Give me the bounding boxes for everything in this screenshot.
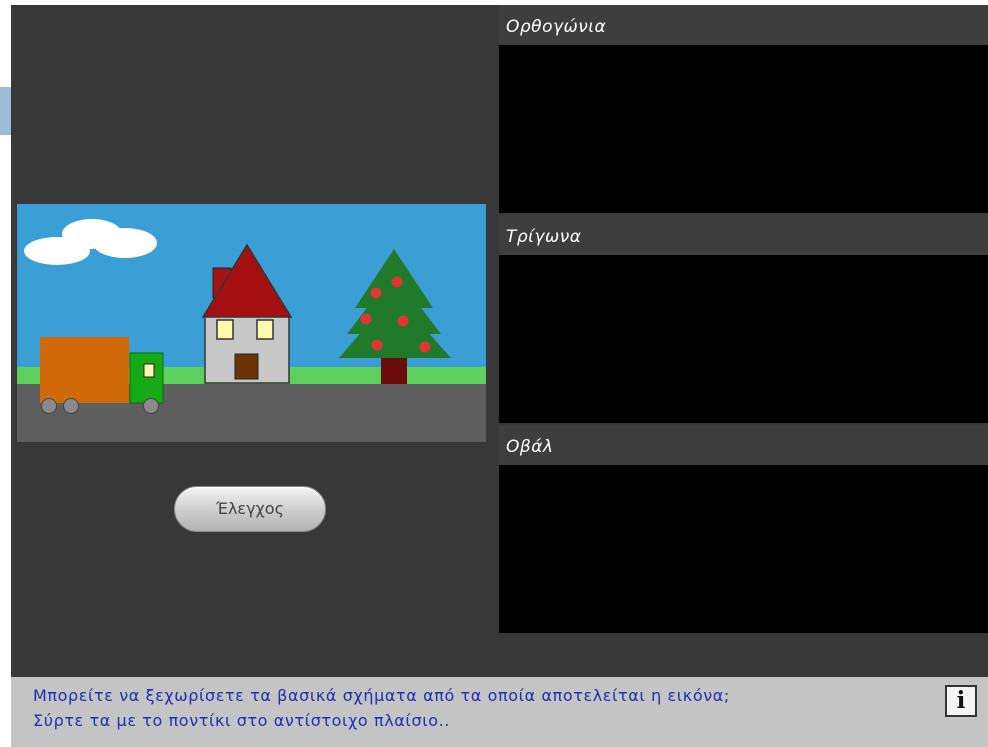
info-icon[interactable]: i bbox=[945, 685, 977, 717]
tree-ball-6[interactable] bbox=[419, 341, 431, 353]
truck-cargo-rect[interactable] bbox=[40, 337, 129, 403]
house-window-left[interactable] bbox=[216, 319, 234, 340]
tree-ball-1[interactable] bbox=[370, 287, 382, 299]
panel-label-ovals: Οβάλ bbox=[499, 425, 988, 465]
check-button[interactable]: Έλεγχος bbox=[174, 486, 326, 532]
tree-ball-2[interactable] bbox=[391, 276, 403, 288]
tree-ball-3[interactable] bbox=[360, 313, 372, 325]
scene-picture bbox=[17, 204, 486, 442]
house-window-right[interactable] bbox=[256, 319, 274, 340]
tree-trunk-rect[interactable] bbox=[381, 357, 407, 384]
activity-window: Ορθογώνια Τρίγωνα Οβάλ Έλεγχος Μπορείτε … bbox=[11, 5, 988, 747]
drop-zone-rectangles[interactable] bbox=[499, 45, 988, 213]
cloud-oval-3[interactable] bbox=[93, 228, 157, 258]
tree-ball-5[interactable] bbox=[371, 339, 383, 351]
side-tab bbox=[0, 87, 11, 135]
truck-wheel-1[interactable] bbox=[41, 398, 57, 414]
panel-label-rectangles: Ορθογώνια bbox=[499, 5, 988, 45]
truck-wheel-2[interactable] bbox=[63, 398, 79, 414]
instruction-line-1: Μπορείτε να ξεχωρίσετε τα βασικά σχήματα… bbox=[33, 686, 730, 705]
tree-ball-4[interactable] bbox=[397, 315, 409, 327]
truck-window-rect[interactable] bbox=[143, 363, 155, 378]
drop-zone-ovals[interactable] bbox=[499, 465, 988, 633]
truck-cab-rect[interactable] bbox=[129, 352, 164, 404]
truck-wheel-3[interactable] bbox=[143, 398, 159, 414]
panel-label-triangles: Τρίγωνα bbox=[499, 215, 988, 255]
drop-zone-triangles[interactable] bbox=[499, 255, 988, 423]
house-door-rect[interactable] bbox=[234, 353, 259, 380]
instruction-line-2: Σύρτε τα με το ποντίκι στο αντίστοιχο πλ… bbox=[33, 711, 450, 730]
